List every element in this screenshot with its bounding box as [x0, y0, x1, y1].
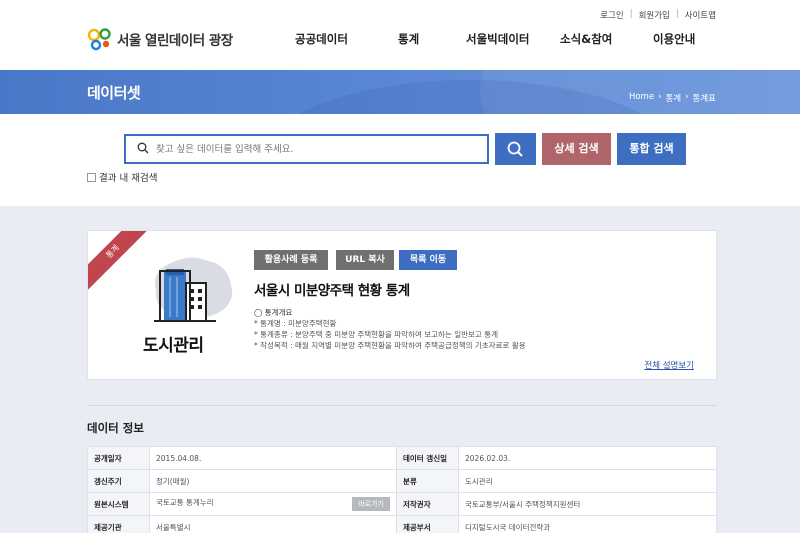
table-header-cell: 저작권자: [396, 492, 459, 516]
search-input[interactable]: [156, 140, 476, 158]
table-header-cell: 제공부서: [396, 515, 459, 533]
research-label: 결과 내 재검색: [99, 173, 158, 184]
logo-text: 서울 열린데이터 광장: [117, 33, 233, 49]
table-header-cell: 제공기관: [87, 515, 150, 533]
description-line: * 통계종류 : 분양주택 중 미분양 주택현황을 파악하여 보고하는 일반보고…: [254, 330, 499, 339]
table-row: 원본시스템 국토교통 통계누리 바로가기 저작권자 국토교통부/서울시 주택정책…: [87, 492, 717, 516]
site-header: 로그인 | 회원가입 | 사이트맵 서울 열린데이터 광장 공공데이터 통계 서…: [0, 0, 800, 70]
separator: |: [629, 9, 633, 19]
description-heading: ◯ 통계개요: [254, 308, 293, 317]
table-header-cell: 원본시스템: [87, 492, 150, 516]
login-link[interactable]: 로그인: [600, 9, 623, 21]
category-label: 도시관리: [143, 336, 204, 356]
nav-statistics[interactable]: 통계: [398, 31, 419, 47]
separator: |: [675, 9, 679, 19]
breadcrumb-current: 통계표: [692, 94, 716, 104]
view-full-description-link[interactable]: 전체 설명보기: [644, 359, 694, 371]
description-line: * 작성목적 : 매월 지역별 미분양 주택현황을 파악하여 주택공급정책의 기…: [254, 341, 526, 350]
detail-search-button[interactable]: 상세 검색: [542, 133, 611, 165]
table-cell: 도시관리: [458, 469, 717, 493]
chevron-right-icon: ›: [658, 92, 662, 102]
nav-seoul-bigdata[interactable]: 서울빅데이터: [466, 31, 529, 47]
search-icon: [137, 142, 149, 154]
section-divider: [87, 405, 717, 406]
go-to-source-button[interactable]: 바로가기: [352, 497, 390, 511]
table-row: 갱신주기 정기(매월) 분류 도시관리: [87, 469, 717, 493]
table-cell: 디지털도시국 데이터전략과: [458, 515, 717, 533]
nav-public-data[interactable]: 공공데이터: [295, 31, 348, 47]
search-icon: [507, 141, 523, 157]
integrated-search-button[interactable]: 통합 검색: [617, 133, 686, 165]
dataset-card: 통계 도시관리 활용사례 등록 URL 복사 목록 이동 서울시 미분양주택 현…: [87, 230, 717, 380]
dataset-title: 서울시 미분양주택 현황 통계: [254, 283, 410, 299]
table-cell: 2026.02.03.: [458, 446, 717, 470]
table-cell: 2015.04.08.: [149, 446, 397, 470]
table-header-cell: 데이터 갱신일: [396, 446, 459, 470]
table-cell: 서울특별시: [149, 515, 397, 533]
data-info-title: 데이터 정보: [87, 421, 144, 435]
search-button[interactable]: [495, 133, 536, 165]
table-cell: 정기(매월): [149, 469, 397, 493]
breadcrumb: Home › 통계 › 통계표: [629, 92, 716, 104]
site-logo[interactable]: 서울 열린데이터 광장: [87, 27, 233, 51]
go-to-list-button[interactable]: 목록 이동: [399, 250, 457, 270]
chevron-right-icon: ›: [685, 92, 689, 102]
register-use-case-button[interactable]: 활용사례 등록: [254, 250, 328, 270]
source-system-value: 국토교통 통계누리: [156, 498, 214, 507]
city-buildings-icon: [154, 257, 233, 322]
table-row: 제공기관 서울특별시 제공부서 디지털도시국 데이터전략과: [87, 515, 717, 533]
seoul-logo-icon: [87, 28, 111, 51]
page-title: 데이터셋: [87, 84, 141, 102]
nav-news-participation[interactable]: 소식&참여: [560, 31, 612, 47]
search-box: [124, 134, 489, 164]
dataset-description: ◯ 통계개요 * 통계명 : 미분양주택현황 * 통계종류 : 분양주택 중 미…: [254, 307, 526, 351]
table-cell: 국토교통부/서울시 주택정책지원센터: [458, 492, 717, 516]
nav-guide[interactable]: 이용안내: [653, 31, 695, 47]
breadcrumb-statistics[interactable]: 통계: [665, 92, 681, 104]
page-banner: 데이터셋 Home › 통계 › 통계표: [0, 70, 800, 114]
table-header-cell: 분류: [396, 469, 459, 493]
table-header-cell: 공개일자: [87, 446, 150, 470]
signup-link[interactable]: 회원가입: [639, 9, 670, 21]
sitemap-link[interactable]: 사이트맵: [685, 9, 716, 21]
table-cell: 국토교통 통계누리 바로가기: [149, 492, 397, 516]
utility-links: 로그인 | 회원가입 | 사이트맵: [600, 9, 716, 21]
table-row: 공개일자 2015.04.08. 데이터 갱신일 2026.02.03.: [87, 446, 717, 470]
data-info-table: 공개일자 2015.04.08. 데이터 갱신일 2026.02.03. 갱신주…: [87, 446, 717, 533]
research-checkbox[interactable]: [87, 172, 96, 182]
search-area: 상세 검색 통합 검색 결과 내 재검색: [0, 114, 800, 206]
research-within-results[interactable]: 결과 내 재검색: [87, 170, 157, 184]
breadcrumb-home[interactable]: Home: [629, 92, 654, 104]
copy-url-button[interactable]: URL 복사: [336, 250, 394, 270]
description-line: * 통계명 : 미분양주택현황: [254, 319, 337, 328]
table-header-cell: 갱신주기: [87, 469, 150, 493]
